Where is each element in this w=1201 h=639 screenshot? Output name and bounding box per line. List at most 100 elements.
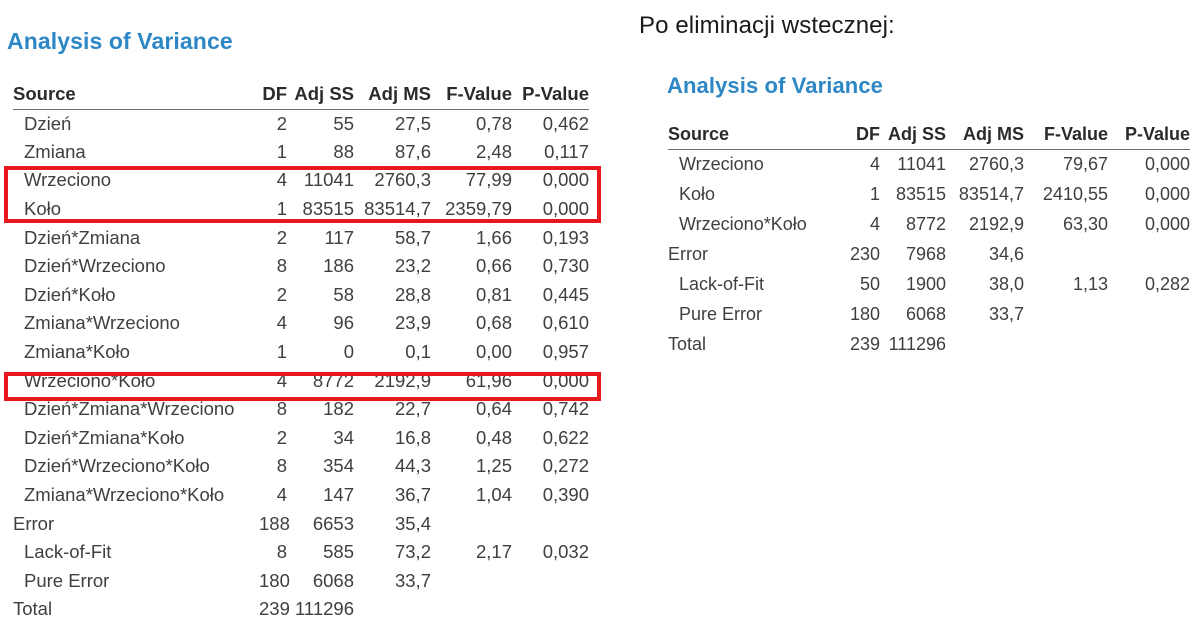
backward-elimination-note: Po eliminacji wstecznej: bbox=[639, 12, 895, 39]
row-cell-p: 0,000 bbox=[1144, 213, 1190, 234]
right-col-header-df: DF bbox=[848, 124, 880, 150]
row-cell-f bbox=[431, 567, 512, 596]
left-table-head: Source DF Adj SS Adj MS F-Value P-Value bbox=[13, 83, 589, 110]
row-cell-df: 8 bbox=[276, 541, 287, 563]
row-cell-f: 77,99 bbox=[465, 169, 512, 191]
row-source-label: Lack-of-Fit bbox=[679, 273, 765, 294]
row-cell-df: 188 bbox=[259, 512, 290, 534]
row-cell-adj-ss: 6068 bbox=[905, 303, 946, 324]
row-cell-adj-ss: 6068 bbox=[312, 569, 354, 591]
row-cell-p: 0,282 bbox=[1144, 273, 1190, 294]
row-cell-f: 79,67 bbox=[1062, 153, 1108, 174]
row-cell-p: 0,730 bbox=[542, 255, 589, 277]
row-cell-df: 180 bbox=[849, 303, 880, 324]
row-cell-adj-ss: 7968 bbox=[905, 243, 946, 264]
row-cell-adj-ss: 1900 bbox=[905, 273, 946, 294]
row-cell-df: 180 bbox=[259, 569, 290, 591]
row-cell-adj-ms: 87,6 bbox=[394, 140, 431, 162]
row-cell-adj-ms: 83514,7 bbox=[364, 198, 431, 220]
right-col-header-f-value: F-Value bbox=[1024, 124, 1108, 150]
right-table-body: Wrzeciono 4 11041 2760,3 79,67 0,000 Koło 1 8351… bbox=[668, 149, 1190, 359]
row-cell-f: 2,17 bbox=[475, 541, 512, 563]
row-source-label: Pure Error bbox=[24, 569, 110, 591]
row-source-label: Koło bbox=[24, 198, 62, 220]
row-cell-f: 61,96 bbox=[465, 369, 512, 391]
row-cell-df: 1 bbox=[276, 198, 287, 220]
row-cell-adj-ss: 55 bbox=[333, 112, 354, 134]
left-col-header-f-value: F-Value bbox=[431, 83, 512, 110]
table-row: Dzień*Zmiana*Wrzeciono 8 182 22,7 0,64 0,742 bbox=[13, 395, 589, 424]
row-cell-p bbox=[1108, 239, 1190, 269]
row-cell-adj-ms: 28,8 bbox=[394, 283, 431, 305]
row-source-label: Error bbox=[668, 243, 708, 264]
row-cell-df: 8 bbox=[276, 255, 287, 277]
row-source-label: Zmiana*Wrzeciono*Koło bbox=[24, 484, 225, 506]
row-cell-f: 1,13 bbox=[1072, 273, 1108, 294]
row-cell-df: 2 bbox=[276, 426, 287, 448]
left-col-header-adj-ss: Adj SS bbox=[287, 83, 354, 110]
row-cell-p: 0,000 bbox=[542, 369, 589, 391]
row-source-label: Wrzeciono bbox=[679, 153, 764, 174]
row-source-label: Wrzeciono*Koło bbox=[24, 369, 156, 391]
row-cell-f: 2410,55 bbox=[1042, 183, 1108, 204]
table-row: Zmiana 1 88 87,6 2,48 0,117 bbox=[13, 138, 589, 167]
table-row: Pure Error 180 6068 33,7 bbox=[13, 567, 589, 596]
row-cell-adj-ms: 83514,7 bbox=[958, 183, 1024, 204]
table-row: Wrzeciono*Koło 4 8772 2192,9 61,96 0,000 bbox=[13, 366, 589, 395]
row-cell-f: 0,68 bbox=[475, 312, 512, 334]
row-source-label: Dzień*Koło bbox=[24, 283, 116, 305]
table-row: Dzień*Wrzeciono*Koło 8 354 44,3 1,25 0,272 bbox=[13, 452, 589, 481]
row-cell-df: 2 bbox=[276, 226, 287, 248]
row-cell-f: 0,66 bbox=[475, 255, 512, 277]
row-cell-f bbox=[431, 595, 512, 624]
row-cell-f: 0,81 bbox=[475, 283, 512, 305]
row-source-label: Zmiana*Koło bbox=[24, 341, 130, 363]
row-cell-adj-ss: 186 bbox=[323, 255, 354, 277]
row-cell-p: 0,000 bbox=[542, 169, 589, 191]
row-cell-adj-ms: 33,7 bbox=[394, 569, 431, 591]
table-row: Pure Error 180 6068 33,7 bbox=[668, 299, 1190, 329]
row-cell-adj-ss: 8772 bbox=[905, 213, 946, 234]
row-source-label: Dzień bbox=[24, 112, 72, 134]
row-cell-df: 8 bbox=[276, 455, 287, 477]
row-cell-p: 0,117 bbox=[544, 140, 589, 162]
row-cell-adj-ms: 36,7 bbox=[394, 484, 431, 506]
table-row: Wrzeciono 4 11041 2760,3 79,67 0,000 bbox=[668, 149, 1190, 179]
row-source-label: Wrzeciono bbox=[24, 169, 112, 191]
row-cell-p: 0,462 bbox=[542, 112, 589, 134]
row-source-label: Koło bbox=[679, 183, 716, 204]
row-cell-adj-ss: 8772 bbox=[312, 369, 354, 391]
row-cell-adj-ms: 34,6 bbox=[988, 243, 1024, 264]
table-row: Total 239 111296 bbox=[668, 329, 1190, 359]
row-source-label: Dzień*Wrzeciono bbox=[24, 255, 166, 277]
table-row: Wrzeciono*Koło 4 8772 2192,9 63,30 0,000 bbox=[668, 209, 1190, 239]
row-cell-p: 0,610 bbox=[542, 312, 589, 334]
row-source-label: Zmiana*Wrzeciono bbox=[24, 312, 180, 334]
row-source-label: Lack-of-Fit bbox=[24, 541, 112, 563]
row-cell-adj-ms: 2760,3 bbox=[374, 169, 431, 191]
left-header-row: Source DF Adj SS Adj MS F-Value P-Value bbox=[13, 83, 589, 110]
table-row: Dzień*Zmiana*Koło 2 34 16,8 0,48 0,622 bbox=[13, 424, 589, 453]
table-row: Lack-of-Fit 8 585 73,2 2,17 0,032 bbox=[13, 538, 589, 567]
row-cell-adj-ss: 0 bbox=[343, 341, 354, 363]
right-header-row: Source DF Adj SS Adj MS F-Value P-Value bbox=[668, 124, 1190, 150]
row-cell-adj-ss: 83515 bbox=[895, 183, 946, 204]
row-cell-adj-ms: 23,2 bbox=[394, 255, 431, 277]
row-cell-adj-ss: 6653 bbox=[312, 512, 354, 534]
row-cell-df: 4 bbox=[869, 213, 880, 234]
row-cell-adj-ms: 2192,9 bbox=[968, 213, 1024, 234]
row-cell-df: 4 bbox=[869, 153, 880, 174]
right-anova-table: Source DF Adj SS Adj MS F-Value P-Value … bbox=[668, 124, 1190, 359]
row-cell-adj-ss: 585 bbox=[323, 541, 354, 563]
row-cell-p: 0,622 bbox=[542, 426, 589, 448]
row-cell-adj-ss: 147 bbox=[323, 484, 354, 506]
row-source-label: Dzień*Wrzeciono*Koło bbox=[24, 455, 210, 477]
row-cell-adj-ms: 58,7 bbox=[394, 226, 431, 248]
row-cell-adj-ss: 117 bbox=[324, 226, 355, 248]
row-cell-df: 2 bbox=[276, 112, 287, 134]
row-cell-df: 2 bbox=[276, 283, 287, 305]
row-cell-f: 2,48 bbox=[475, 140, 512, 162]
row-cell-f bbox=[1024, 329, 1108, 359]
row-cell-f bbox=[1024, 299, 1108, 329]
row-cell-p: 0,272 bbox=[542, 455, 589, 477]
